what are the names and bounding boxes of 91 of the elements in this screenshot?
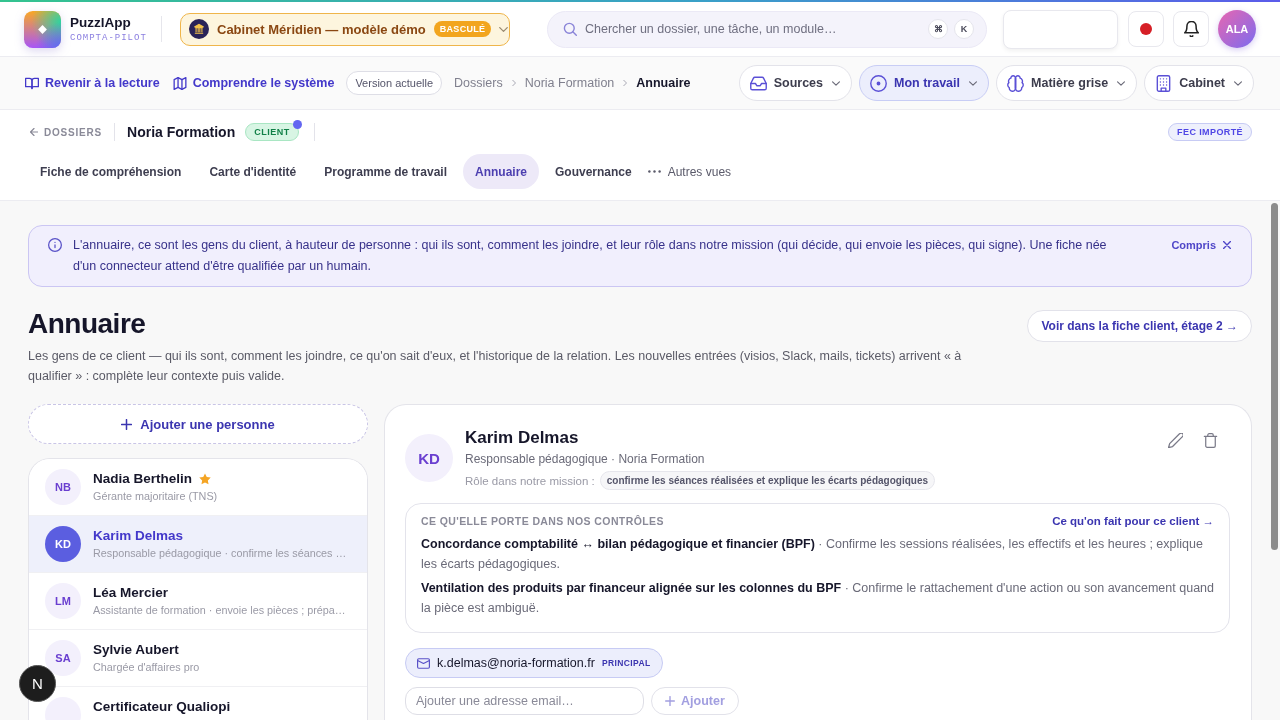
book-icon: [25, 76, 39, 90]
chevron-down-icon: [499, 26, 509, 32]
pencil-icon: [1168, 433, 1183, 448]
bank-icon: [189, 19, 209, 39]
notifications-button[interactable]: [1173, 11, 1209, 47]
status-badge: BASCULÉ: [433, 21, 492, 37]
version-badge: Version actuelle: [346, 71, 443, 95]
role-label: Rôle dans notre mission :: [465, 474, 595, 487]
shortcut-key: ⌘: [928, 19, 948, 39]
inbox-icon: [749, 74, 767, 92]
nav-menu-button[interactable]: Sources: [738, 65, 853, 101]
person-avatar: KD: [45, 526, 81, 562]
map-icon: [172, 76, 187, 90]
role-tag: confirme les séances réalisées et explique les écarts pédagogiques: [599, 471, 936, 490]
status-button[interactable]: [1128, 11, 1164, 47]
mail-icon: [417, 657, 430, 669]
email-input[interactable]: Ajouter une adresse email…: [405, 687, 644, 715]
person-list-item[interactable]: NB Nadia Berthelin Gérante majoritaire (TNS): [29, 459, 367, 516]
nav-link[interactable]: Comprendre le système: [172, 76, 335, 90]
app-tagline: COMPTA-PILOT: [70, 31, 148, 44]
person-role: Assistante de formation · envoie les pièces ; prépa…: [93, 604, 346, 616]
chevron-right-icon: [511, 79, 516, 87]
person-role: Chargée d'affaires pro: [93, 661, 200, 673]
email-address: k.delmas@noria-formation.fr: [437, 656, 595, 670]
client-badge: CLIENT: [245, 123, 299, 141]
shortcut-key: K: [954, 19, 974, 39]
status-dot-icon: [1140, 23, 1152, 35]
person-avatar: LM: [45, 583, 81, 619]
search-field[interactable]: Chercher un dossier, une tâche, un module… ⌘ K: [547, 10, 987, 48]
notification-dot-icon: [292, 119, 302, 129]
chevron-down-icon: [1117, 80, 1126, 86]
brain-icon: [1007, 74, 1025, 92]
plus-icon: [121, 418, 133, 430]
chevron-right-icon: [623, 79, 628, 87]
person-name: Karim Delmas: [93, 528, 184, 543]
bell-icon: [1183, 21, 1199, 37]
control-item: Concordance comptabilité ↔ bilan pédagogique et financier (BPF) · Confirme les sessions réalisées, les effectifs et les heures ; explique les écarts pédagogiques.: [421, 536, 1204, 573]
target-icon: [870, 74, 888, 92]
trash-icon: [1203, 433, 1218, 448]
tab[interactable]: Gouvernance: [543, 154, 644, 189]
person-name: Karim Delmas: [465, 427, 579, 449]
tab[interactable]: Carte d'identité: [197, 154, 309, 189]
person-name: Sylvie Aubert: [93, 642, 179, 657]
nav-menu-button[interactable]: Matière grise: [996, 65, 1138, 101]
breadcrumb-link[interactable]: Annuaire: [636, 76, 691, 90]
client-actions-link[interactable]: Ce qu'on fait pour ce client →: [1052, 515, 1214, 527]
page-title: Annuaire: [28, 308, 147, 340]
plus-icon: [665, 696, 675, 706]
nav-menu-button[interactable]: Cabinet: [1144, 65, 1254, 101]
info-icon: [48, 238, 62, 252]
nav-menu-button[interactable]: Mon travail: [859, 65, 990, 101]
person-name: Certificateur Qualiopi: [93, 699, 231, 714]
person-avatar: NB: [45, 469, 81, 505]
person-avatar: KD: [405, 434, 453, 482]
primary-label: PRINCIPAL: [601, 658, 651, 668]
building-icon: [1155, 74, 1173, 92]
person-name: Léa Mercier: [93, 585, 169, 600]
client-sheet-link[interactable]: Voir dans la fiche client, étage 2 →: [1027, 310, 1252, 342]
dossier-name: Noria Formation: [127, 124, 236, 140]
scrollbar-thumb[interactable]: [1271, 203, 1278, 550]
tab[interactable]: Programme de travail: [312, 154, 459, 189]
nav-link[interactable]: Revenir à la lecture: [25, 76, 160, 90]
person-avatar: SA: [45, 640, 81, 676]
status-badge: FEC IMPORTÉ: [1168, 123, 1252, 141]
app-name: PuzzlApp: [70, 14, 132, 30]
add-person-button[interactable]: Ajouter une personne: [28, 404, 368, 444]
tab[interactable]: Fiche de compréhension: [28, 154, 194, 189]
control-item: Ventilation des produits par financeur alignée sur les colonnes du BPF · Confirme le rattachement d'une action ou son avancement quand la pièce est ambiguë.: [421, 580, 1214, 617]
chevron-down-icon: [1234, 80, 1242, 86]
close-icon: [1223, 241, 1231, 249]
person-list-item[interactable]: KD Karim Delmas Responsable pédagogique · confirme les séances …: [29, 516, 367, 573]
breadcrumb-link[interactable]: Dossiers: [454, 76, 503, 90]
person-role: Gérante majoritaire (TNS): [93, 490, 218, 502]
search-input[interactable]: Chercher un dossier, une tâche, un module…: [585, 18, 922, 40]
section-title: CE QU'ELLE PORTE DANS NOS CONTRÔLES: [421, 515, 664, 527]
user-avatar[interactable]: ALA: [1218, 10, 1256, 48]
arrow-left-icon: [30, 128, 38, 136]
banner-text: L'annuaire, ce sont les gens du client, à hauteur de personne : qui ils sont, comment les joindre, et leur rôle dans notre mission (qui décide, qui envoie les pièces, qui signe). Une fiche née d'un connecteur attend d'être qualifiée par un humain.: [73, 237, 1108, 275]
workspace-switcher[interactable]: Cabinet Méridien — modèle démo BASCULÉ: [180, 12, 510, 46]
page-description: Les gens de ce client — qui ils sont, comment les joindre, ce qu'on sait d'eux, et l'historique de la relation. Les nouvelles entrées (visios, Slack, mails, tickets) arrivent « à qualifier » : complète leur contexte puis valide.: [28, 348, 963, 385]
dismiss-button[interactable]: Compris: [1171, 239, 1231, 251]
breadcrumb-link[interactable]: Noria Formation: [524, 76, 615, 90]
person-name: Nadia Berthelin: [93, 471, 193, 486]
more-views-tab[interactable]: Autres vues: [647, 154, 744, 189]
search-icon: [563, 22, 577, 36]
person-role: Responsable pédagogique · confirme les séances …: [93, 547, 347, 559]
person-subtitle: Responsable pédagogique · Noria Formation: [465, 451, 705, 468]
chevron-down-icon: [832, 80, 841, 86]
tab[interactable]: Annuaire: [462, 154, 539, 189]
ellipsis-icon: [647, 170, 661, 173]
chevron-down-icon: [969, 80, 978, 86]
